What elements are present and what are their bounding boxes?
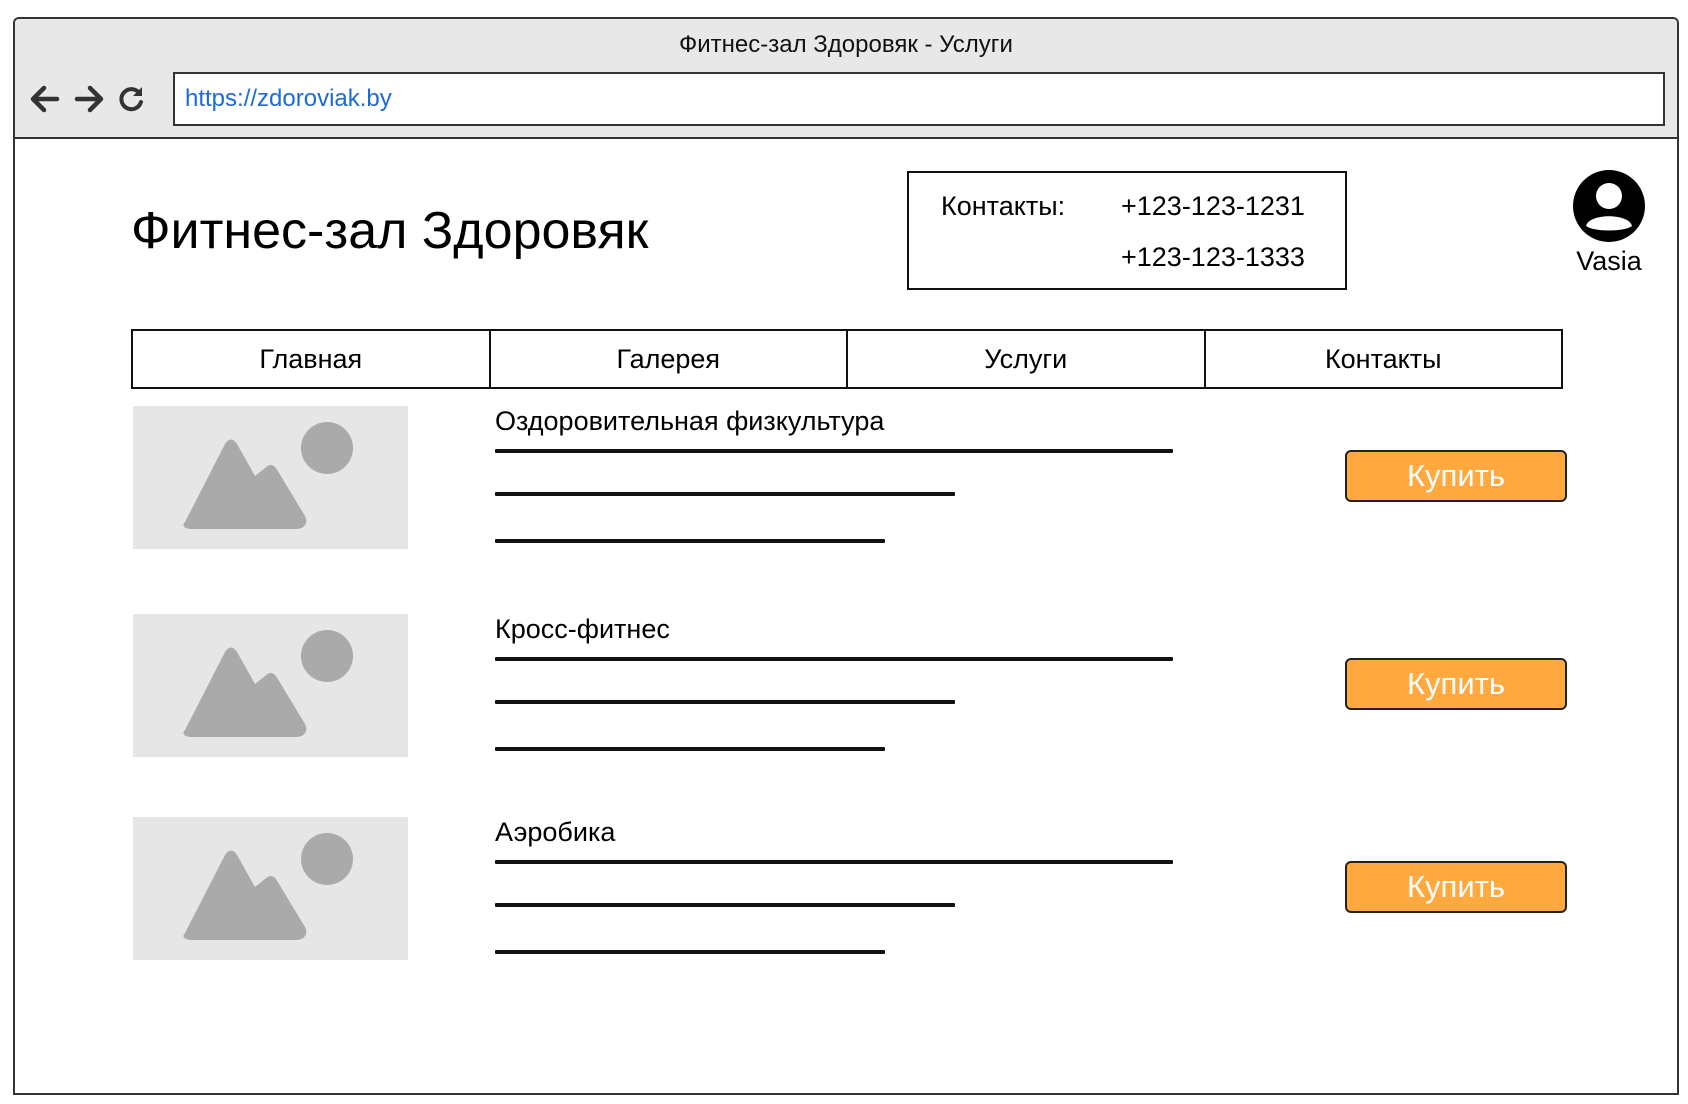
text-line: [495, 539, 885, 543]
page-content: Фитнес-зал Здоровяк Контакты: +123-123-1…: [15, 141, 1677, 1093]
service-name: Аэробика: [495, 817, 616, 847]
text-line: [495, 492, 955, 496]
arrow-right-icon: [74, 85, 104, 113]
text-line: [495, 657, 1173, 661]
menu-item-home[interactable]: Главная: [133, 331, 491, 387]
browser-chrome: Фитнес-зал Здоровяк - Услуги https://zdo…: [15, 19, 1677, 139]
window-title: Фитнес-зал Здоровяк - Услуги: [679, 31, 1013, 58]
user-profile[interactable]: Vasia: [1549, 169, 1669, 277]
url-text: https://zdoroviak.by: [185, 85, 392, 112]
back-button[interactable]: [25, 79, 65, 119]
phone-number: +123-123-1333: [1121, 242, 1305, 272]
menu-item-gallery[interactable]: Галерея: [491, 331, 848, 387]
text-line: [495, 903, 955, 907]
phone-number: +123-123-1231: [1121, 191, 1305, 221]
contacts-box: Контакты: +123-123-1231 +123-123-1333: [907, 171, 1347, 290]
service-image: [133, 614, 408, 757]
contacts-label: Контакты:: [941, 191, 1066, 221]
buy-button[interactable]: Купить: [1345, 450, 1567, 502]
main-menu: Главная Галерея Услуги Контакты: [131, 329, 1563, 389]
text-line: [495, 747, 885, 751]
reload-button[interactable]: [111, 79, 151, 119]
browser-window: Фитнес-зал Здоровяк - Услуги https://zdo…: [13, 17, 1679, 1095]
forward-button[interactable]: [69, 79, 109, 119]
buy-button[interactable]: Купить: [1345, 861, 1567, 913]
text-line: [495, 950, 885, 954]
service-name: Кросс-фитнес: [495, 614, 670, 644]
reload-icon: [119, 87, 143, 112]
image-placeholder-icon: [183, 422, 353, 529]
address-bar[interactable]: https://zdoroviak.by: [173, 72, 1665, 126]
service-item: Аэробика Купить: [15, 817, 1677, 967]
user-avatar-icon: [1573, 170, 1645, 242]
text-line: [495, 700, 955, 704]
service-item: Кросс-фитнес Купить: [15, 614, 1677, 764]
image-placeholder-icon: [183, 833, 353, 940]
menu-item-contacts[interactable]: Контакты: [1206, 331, 1562, 387]
site-title: Фитнес-зал Здоровяк: [131, 202, 649, 260]
arrow-left-icon: [30, 85, 60, 113]
service-image: [133, 406, 408, 549]
text-line: [495, 449, 1173, 453]
service-name: Оздоровительная физкультура: [495, 406, 885, 436]
service-image: [133, 817, 408, 960]
user-name: Vasia: [1576, 246, 1642, 276]
menu-item-services[interactable]: Услуги: [848, 331, 1206, 387]
text-line: [495, 860, 1173, 864]
image-placeholder-icon: [183, 630, 353, 737]
service-item: Оздоровительная физкультура Купить: [15, 406, 1677, 556]
buy-button[interactable]: Купить: [1345, 658, 1567, 710]
